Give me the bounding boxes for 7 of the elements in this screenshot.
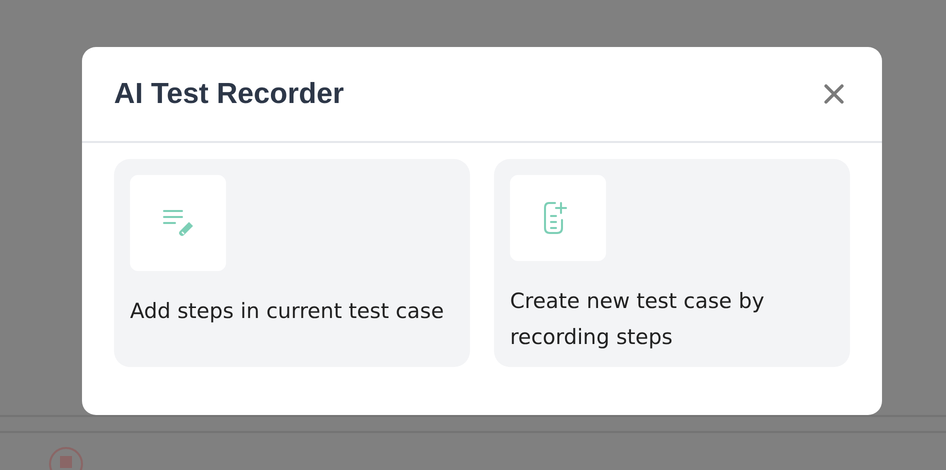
option-card[interactable]: Add steps in current test case [114, 159, 470, 367]
close-icon[interactable] [822, 82, 846, 106]
option-label: Create new test case by recording steps [510, 288, 766, 351]
dialog-title: AI Test Recorder [114, 78, 344, 110]
option-card[interactable]: Create new test case by recording steps [494, 159, 850, 367]
pencil-lines-icon [162, 208, 194, 238]
option-label: Add steps in current test case [130, 298, 445, 325]
